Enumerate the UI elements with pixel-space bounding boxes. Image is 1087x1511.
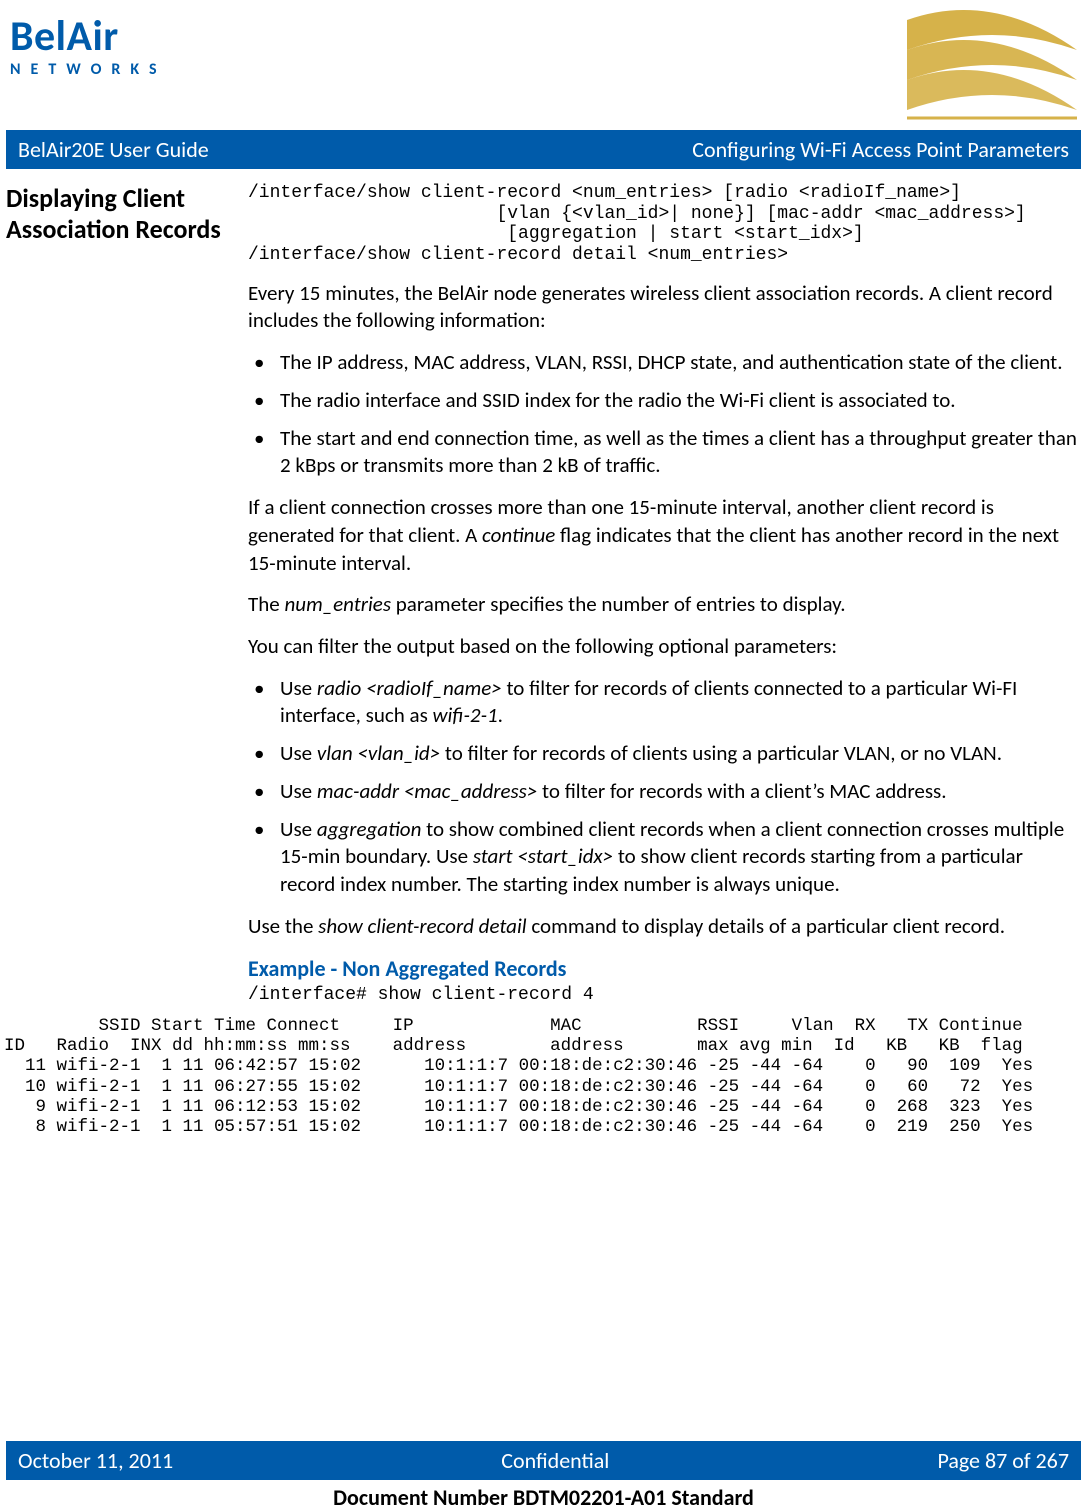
page-header: BelAir NETWORKS: [0, 0, 1087, 130]
aggregation-param: aggregation: [317, 816, 422, 842]
radio-param: radio <radioIf_name>: [317, 675, 502, 701]
document-number: Document Number BDTM02201-A01 Standard: [0, 1480, 1087, 1511]
text: Use: [280, 778, 317, 804]
logo-belair: BelAir NETWORKS: [10, 10, 167, 79]
main-content: /interface/show client-record <num_entri…: [248, 183, 1081, 1006]
num-entries-term: num_entries: [284, 591, 391, 617]
text: Use: [280, 740, 317, 766]
text: Use: [280, 816, 317, 842]
guide-title: BelAir20E User Guide: [18, 136, 209, 163]
list-item: The radio interface and SSID index for t…: [274, 387, 1081, 415]
logo-swirl-icon: [907, 10, 1077, 120]
example-heading: Example - Non Aggregated Records: [248, 954, 1081, 983]
list-item: Use vlan <vlan_id> to filter for records…: [274, 740, 1081, 768]
footer-date: October 11, 2011: [18, 1447, 173, 1474]
footer-page-number: Page 87 of 267: [937, 1447, 1069, 1474]
continue-flag-paragraph: If a client connection crosses more than…: [248, 494, 1081, 577]
footer-confidential: Confidential: [501, 1447, 609, 1474]
continue-term: continue: [482, 522, 555, 548]
side-heading: Displaying Client Association Records: [6, 183, 248, 1006]
text: .: [498, 702, 503, 728]
text: command to display details of a particul…: [527, 913, 1006, 939]
client-record-table: SSID Start Time Connect IP MAC RSSI Vlan…: [4, 1016, 1083, 1137]
text: Use the: [248, 913, 318, 939]
text: to filter for records of clients using a…: [440, 740, 1002, 766]
logo-brand-top: BelAir: [10, 16, 167, 58]
logo-brand-bottom: NETWORKS: [10, 60, 167, 79]
filter-intro-paragraph: You can filter the output based on the f…: [248, 633, 1081, 661]
footer-bar: October 11, 2011 Confidential Page 87 of…: [6, 1441, 1081, 1480]
list-item: Use aggregation to show combined client …: [274, 816, 1081, 899]
title-bar: BelAir20E User Guide Configuring Wi-Fi A…: [6, 130, 1081, 169]
command-syntax-block: /interface/show client-record <num_entri…: [248, 183, 1081, 266]
list-item: Use radio <radioIf_name> to filter for r…: [274, 675, 1081, 730]
num-entries-paragraph: The num_entries parameter specifies the …: [248, 591, 1081, 619]
vlan-param: vlan <vlan_id>: [317, 740, 440, 766]
list-item: Use mac-addr <mac_address> to filter for…: [274, 778, 1081, 806]
text: parameter specifies the number of entrie…: [391, 591, 846, 617]
text: The: [248, 591, 284, 617]
intro-paragraph: Every 15 minutes, the BelAir node genera…: [248, 280, 1081, 335]
list-item: The IP address, MAC address, VLAN, RSSI,…: [274, 349, 1081, 377]
list-item: The start and end connection time, as we…: [274, 425, 1081, 480]
page-footer: October 11, 2011 Confidential Page 87 of…: [0, 1441, 1087, 1511]
text: Use: [280, 675, 317, 701]
record-fields-list: The IP address, MAC address, VLAN, RSSI,…: [248, 349, 1081, 480]
start-idx-param: start <start_idx>: [473, 843, 613, 869]
example-command: /interface# show client-record 4: [248, 985, 1081, 1006]
wifi-example: wifi-2-1: [433, 702, 498, 728]
detail-command-paragraph: Use the show client-record detail comman…: [248, 913, 1081, 941]
text: to filter for records with a client’s MA…: [537, 778, 946, 804]
mac-addr-param: mac-addr <mac_address>: [317, 778, 537, 804]
section-title: Configuring Wi-Fi Access Point Parameter…: [692, 136, 1069, 163]
show-detail-term: show client-record detail: [318, 913, 526, 939]
filter-options-list: Use radio <radioIf_name> to filter for r…: [248, 675, 1081, 899]
